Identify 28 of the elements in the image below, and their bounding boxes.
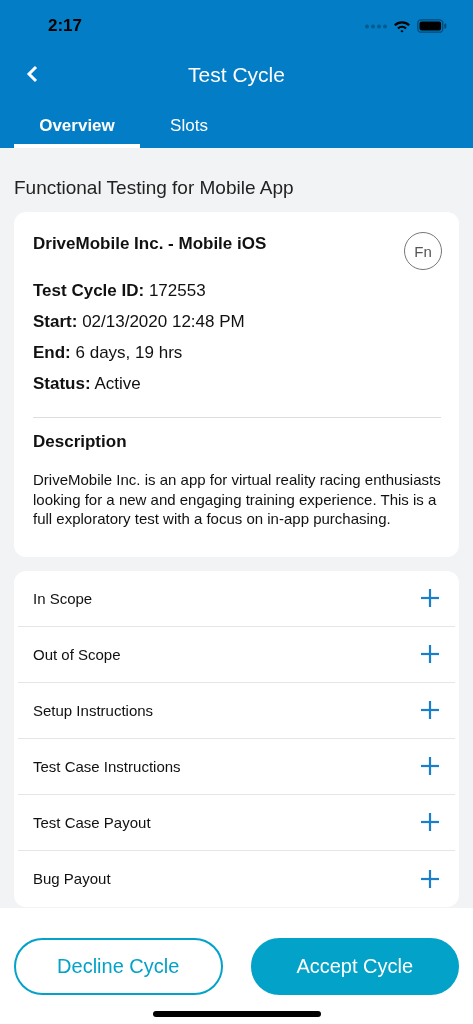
expandable-row[interactable]: Bug Payout <box>18 850 455 907</box>
plus-icon <box>421 757 439 775</box>
section-title: Functional Testing for Mobile App <box>14 177 295 199</box>
screen-title: Test Cycle <box>188 63 285 87</box>
plus-icon <box>421 869 439 888</box>
back-chevron-icon <box>26 65 38 83</box>
expandable-row[interactable]: Out of Scope <box>18 626 455 683</box>
plus-icon <box>421 813 439 831</box>
detail-line: Test Cycle ID: 172553 <box>33 281 207 301</box>
tab[interactable]: Overview <box>14 110 140 148</box>
expandable-row[interactable]: Setup Instructions <box>18 682 455 739</box>
expandable-row[interactable]: Test Case Payout <box>18 794 455 851</box>
detail-line: Status: Active <box>33 374 142 394</box>
status-time: 2:17 <box>48 16 83 36</box>
plus-icon <box>421 645 439 663</box>
expandable-row[interactable]: Test Case Instructions <box>18 738 455 795</box>
detail-line: End: 6 days, 19 hrs <box>33 343 184 363</box>
detail-line: Start: 02/13/2020 12:48 PM <box>33 312 246 332</box>
product-name: DriveMobile Inc. - Mobile iOS <box>33 234 267 254</box>
description-text: DriveMobile Inc. is an app for virtual reality racing enthusiasts looking for a new and engaging training experience. This is a full exploratory test with a focus on in-app purchasing. <box>33 470 441 529</box>
wifi-icon <box>393 19 411 33</box>
plus-icon <box>421 589 439 607</box>
expandable-row[interactable]: In Scope <box>18 570 455 627</box>
tab[interactable]: Slots <box>140 110 238 148</box>
battery-icon <box>417 19 447 33</box>
description-heading: Description <box>33 432 128 452</box>
plus-icon <box>421 701 439 719</box>
cellular-signal-icon <box>365 23 387 29</box>
